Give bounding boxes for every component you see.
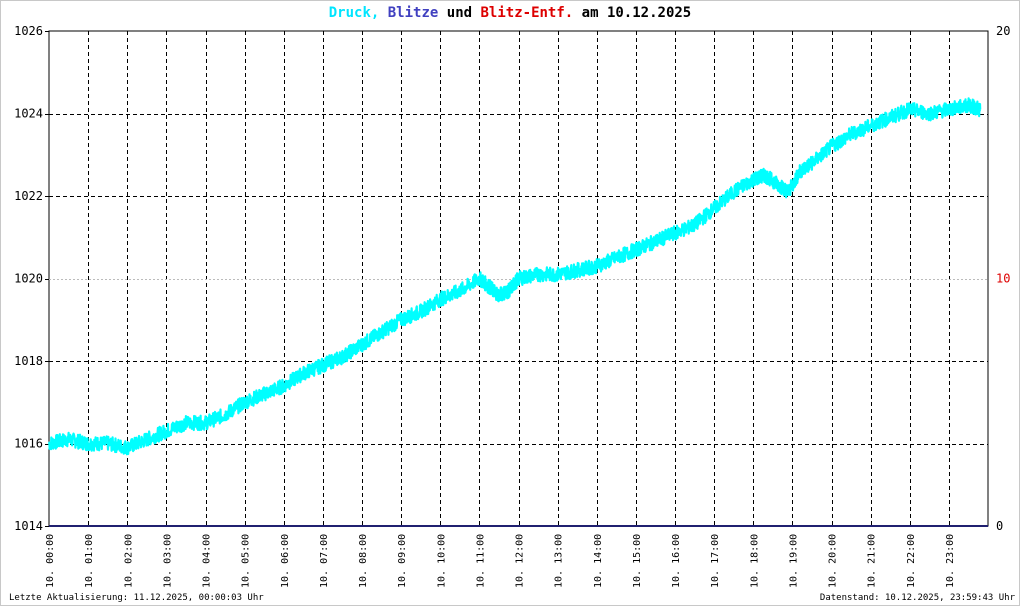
x-tick-label: 10. 18:00 [749, 534, 760, 588]
y-left-tick-label: 1014 [14, 519, 43, 533]
y-right-tick-label: 0 [996, 519, 1003, 533]
x-tick-label: 10. 09:00 [397, 534, 408, 588]
x-tick-label: 10. 15:00 [632, 534, 643, 588]
title-series-pressure: Druck, [328, 5, 380, 21]
x-tick-label: 10. 14:00 [593, 534, 604, 588]
y-left-tick-label: 1020 [14, 272, 43, 286]
footer-data-status: Datenstand: 10.12.2025, 23:59:43 Uhr [819, 593, 1015, 603]
y-right-tick-label: 10 [996, 272, 1010, 286]
x-tick-label: 10. 05:00 [241, 534, 252, 588]
chart-title: Druck, Blitze und Blitz-Entf. am 10.12.2… [1, 5, 1019, 21]
chart-frame: 10. 00:00 10. 01:00 10. 02:00 10. 03:00 10. … [0, 0, 1020, 606]
y-left-tick-label: 1016 [14, 437, 43, 451]
x-tick-label: 10. 08:00 [358, 534, 369, 588]
x-tick-label: 10. 11:00 [475, 534, 486, 588]
y-left-tick-label: 1018 [14, 354, 43, 368]
title-series-lightning: Blitze [387, 5, 439, 21]
x-tick-label: 10. 21:00 [867, 534, 878, 588]
y-left-tick-label: 1026 [14, 24, 43, 38]
footer-last-update: Letzte Aktualisierung: 11.12.2025, 00:00… [9, 593, 264, 603]
x-tick-label: 10. 19:00 [788, 534, 799, 588]
x-tick-label: 10. 07:00 [319, 534, 330, 588]
x-tick-label: 10. 22:00 [906, 534, 917, 588]
x-tick-label: 10. 10:00 [436, 534, 447, 588]
x-tick-label: 10. 02:00 [123, 534, 134, 588]
x-tick-label: 10. 12:00 [515, 534, 526, 588]
title-date: 10.12.2025 [606, 5, 692, 21]
x-tick-label: 10. 04:00 [202, 534, 213, 588]
x-tick-label: 10. 13:00 [554, 534, 565, 588]
title-date-prefix: am [581, 5, 599, 21]
y-right-tick-label: 20 [996, 24, 1010, 38]
title-series-distance: Blitz-Entf. [480, 5, 574, 21]
x-tick-label: 10. 00:00 [45, 534, 56, 588]
x-tick-label: 10. 16:00 [671, 534, 682, 588]
title-joiner: und [446, 5, 473, 21]
series-pressure-line [47, 97, 982, 456]
x-tick-label: 10. 20:00 [828, 534, 839, 588]
y-left-tick-label: 1022 [14, 189, 43, 203]
pressure-lightning-chart: 10. 00:00 10. 01:00 10. 02:00 10. 03:00 10. … [14, 24, 1010, 588]
x-tick-label: 10. 03:00 [162, 534, 173, 588]
x-tick-label: 10. 17:00 [710, 534, 721, 588]
x-tick-label: 10. 01:00 [84, 534, 95, 588]
y-left-tick-label: 1024 [14, 107, 43, 121]
x-tick-label: 10. 23:00 [945, 534, 956, 588]
x-tick-label: 10. 06:00 [280, 534, 291, 588]
